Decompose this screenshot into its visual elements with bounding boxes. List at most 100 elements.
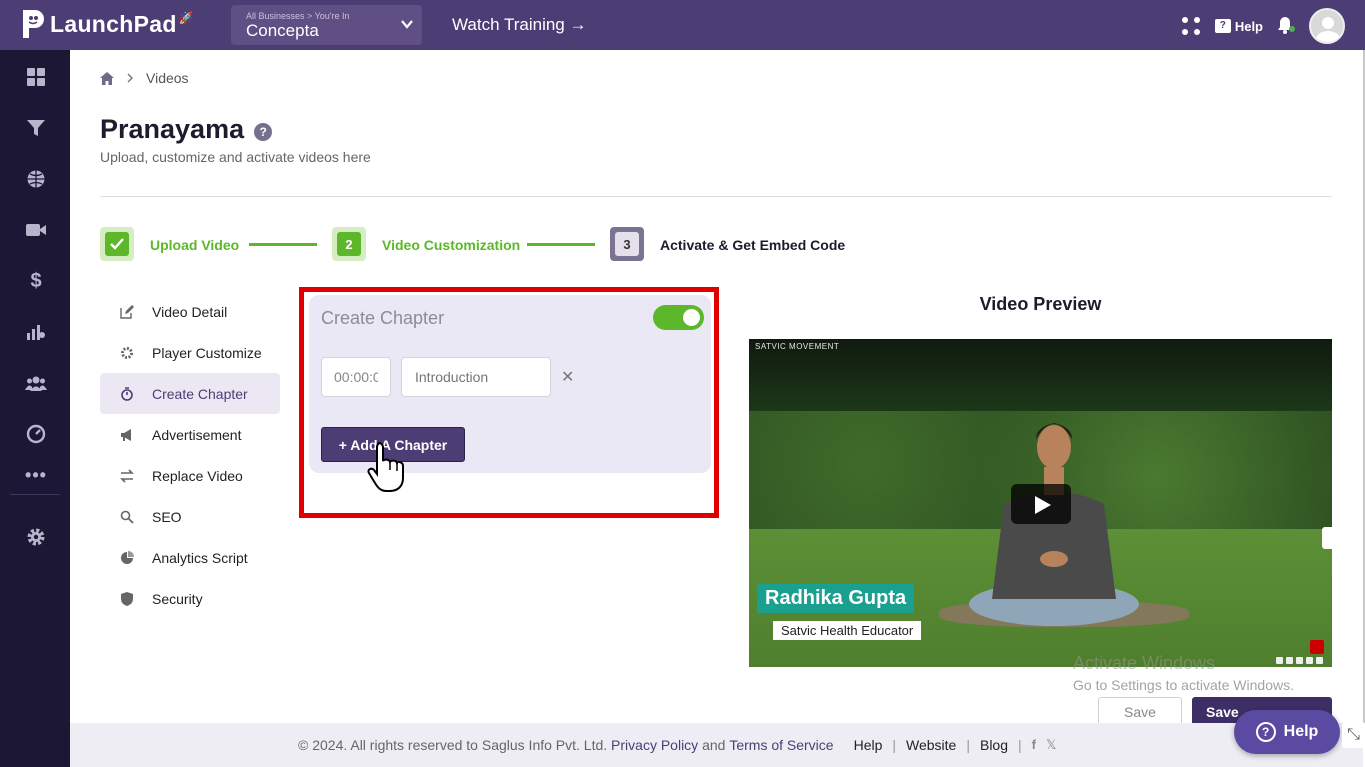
menu-item-advertisement[interactable]: Advertisement (100, 414, 280, 455)
close-icon[interactable]: ✕ (561, 367, 574, 387)
menu-item-replace-video[interactable]: Replace Video (100, 455, 280, 496)
create-chapter-card: Create Chapter ✕ + Add A Chapter (309, 295, 711, 492)
shield-icon (120, 591, 134, 606)
video-icon[interactable] (25, 219, 47, 241)
apps-grid-icon[interactable] (1181, 16, 1201, 36)
sidebar-divider (10, 494, 60, 495)
help-chat-label: Help (1283, 723, 1319, 740)
megaphone-icon (120, 428, 134, 442)
user-avatar[interactable] (1309, 8, 1345, 44)
customization-menu: Video Detail Player Customize Create Cha… (100, 291, 280, 619)
highlight-frame: Create Chapter ✕ + Add A Chapter (299, 287, 719, 518)
facebook-icon[interactable]: f (1032, 737, 1036, 753)
chevron-right-icon (127, 73, 133, 83)
analytics-icon[interactable] (25, 321, 47, 343)
divider (100, 196, 1332, 197)
video-overlay-brand: SATVIC MOVEMENT (755, 342, 840, 351)
menu-item-security[interactable]: Security (100, 578, 280, 619)
swap-icon (120, 468, 134, 483)
gear-icon (120, 346, 134, 360)
step-2-badge: 2 (332, 227, 366, 261)
watch-training-link[interactable]: Watch Training → (452, 15, 586, 35)
more-icon[interactable]: ••• (25, 464, 47, 486)
lower-third-name: Radhika Gupta (757, 584, 915, 613)
breadcrumb: Videos (100, 70, 189, 86)
question-icon[interactable]: ? (254, 122, 273, 141)
brand-name: LaunchPad (50, 10, 177, 37)
step-1-badge (100, 227, 134, 261)
step-1-label: Upload Video (150, 237, 240, 253)
breadcrumb-current[interactable]: Videos (146, 70, 189, 86)
logo-mark-icon (23, 10, 44, 38)
header-help-label: Help (1234, 18, 1263, 34)
windows-watermark-title: Activate Windows (1073, 653, 1216, 673)
gauge-icon[interactable] (25, 423, 47, 445)
menu-label: Advertisement (152, 426, 242, 443)
menu-label: Video Detail (152, 303, 228, 320)
menu-item-seo[interactable]: SEO (100, 496, 280, 537)
rocket-icon: 🚀 (178, 11, 194, 25)
menu-item-player-customize[interactable]: Player Customize (100, 332, 280, 373)
edit-icon (120, 304, 134, 319)
chapter-time-input[interactable] (321, 357, 391, 397)
chevron-down-icon (401, 20, 413, 29)
menu-label: SEO (152, 508, 182, 525)
step-connector (527, 243, 595, 246)
menu-label: Replace Video (152, 467, 243, 484)
help-circle-icon: ? (1255, 722, 1276, 742)
dashboard-icon[interactable] (25, 66, 47, 88)
footer-help-link[interactable]: Help (854, 737, 883, 753)
footer-and: and (702, 737, 726, 753)
funnel-icon[interactable] (25, 117, 47, 139)
menu-item-create-chapter[interactable]: Create Chapter (100, 373, 280, 414)
business-name: Concepta (246, 21, 319, 40)
expand-handle[interactable] (1322, 527, 1334, 549)
resize-handle-icon[interactable]: ⤡ (1342, 722, 1365, 748)
player-controls[interactable] (1276, 657, 1328, 665)
lower-third-role: Satvic Health Educator (773, 621, 922, 640)
timer-icon (120, 386, 134, 401)
notification-dot (1289, 26, 1295, 32)
step-3-badge: 3 (610, 227, 644, 261)
step-3-label: Activate & Get Embed Code (660, 237, 846, 253)
help-icon: ? (1214, 19, 1231, 33)
menu-label: Security (152, 590, 203, 607)
footer-separator: | (1018, 737, 1022, 753)
page-title: Pranayama (100, 114, 245, 144)
menu-item-video-detail[interactable]: Video Detail (100, 291, 280, 332)
settings-icon[interactable] (25, 526, 47, 548)
help-chat-button[interactable]: ? Help (1234, 710, 1340, 754)
footer-copyright: © 2024. All rights reserved to Saglus In… (298, 737, 608, 753)
footer-website-link[interactable]: Website (906, 737, 956, 753)
users-icon[interactable] (25, 372, 47, 394)
footer-separator: | (892, 737, 897, 753)
subscribe-badge-icon (1310, 640, 1324, 654)
menu-label: Analytics Script (152, 549, 248, 566)
dollar-icon[interactable]: $ (25, 270, 47, 292)
business-switcher[interactable]: All Businesses > You're In Concepta (231, 5, 422, 45)
globe-icon[interactable] (25, 168, 47, 190)
terms-link[interactable]: Terms of Service (729, 737, 833, 753)
footer-blog-link[interactable]: Blog (980, 737, 1008, 753)
chapter-toggle[interactable] (653, 305, 704, 330)
privacy-policy-link[interactable]: Privacy Policy (611, 737, 698, 753)
chapter-name-input[interactable] (401, 357, 551, 397)
header-help-button[interactable]: ? Help (1214, 18, 1263, 34)
video-player[interactable]: SATVIC MOVEMENT Radhika Gupta Satvic Hea… (749, 339, 1332, 667)
check-icon (110, 238, 124, 250)
menu-label: Player Customize (152, 344, 262, 361)
hand-cursor-icon (367, 441, 404, 492)
footer: © 2024. All rights reserved to Saglus In… (70, 723, 1363, 767)
step-2-label: Video Customization (382, 237, 521, 253)
step-connector (249, 243, 317, 246)
page-subtitle: Upload, customize and activate videos he… (100, 149, 371, 165)
top-bar: LaunchPad 🚀 All Businesses > You're In C… (0, 0, 1365, 50)
launchpad-logo[interactable]: LaunchPad 🚀 (20, 8, 194, 40)
x-twitter-icon[interactable]: 𝕏 (1046, 737, 1056, 753)
search-icon (120, 510, 134, 524)
menu-item-analytics-script[interactable]: Analytics Script (100, 537, 280, 578)
play-button[interactable] (1011, 484, 1071, 524)
home-icon[interactable] (100, 71, 114, 85)
left-sidebar: $ ••• (0, 50, 70, 767)
notification-bell-icon[interactable] (1277, 16, 1295, 36)
